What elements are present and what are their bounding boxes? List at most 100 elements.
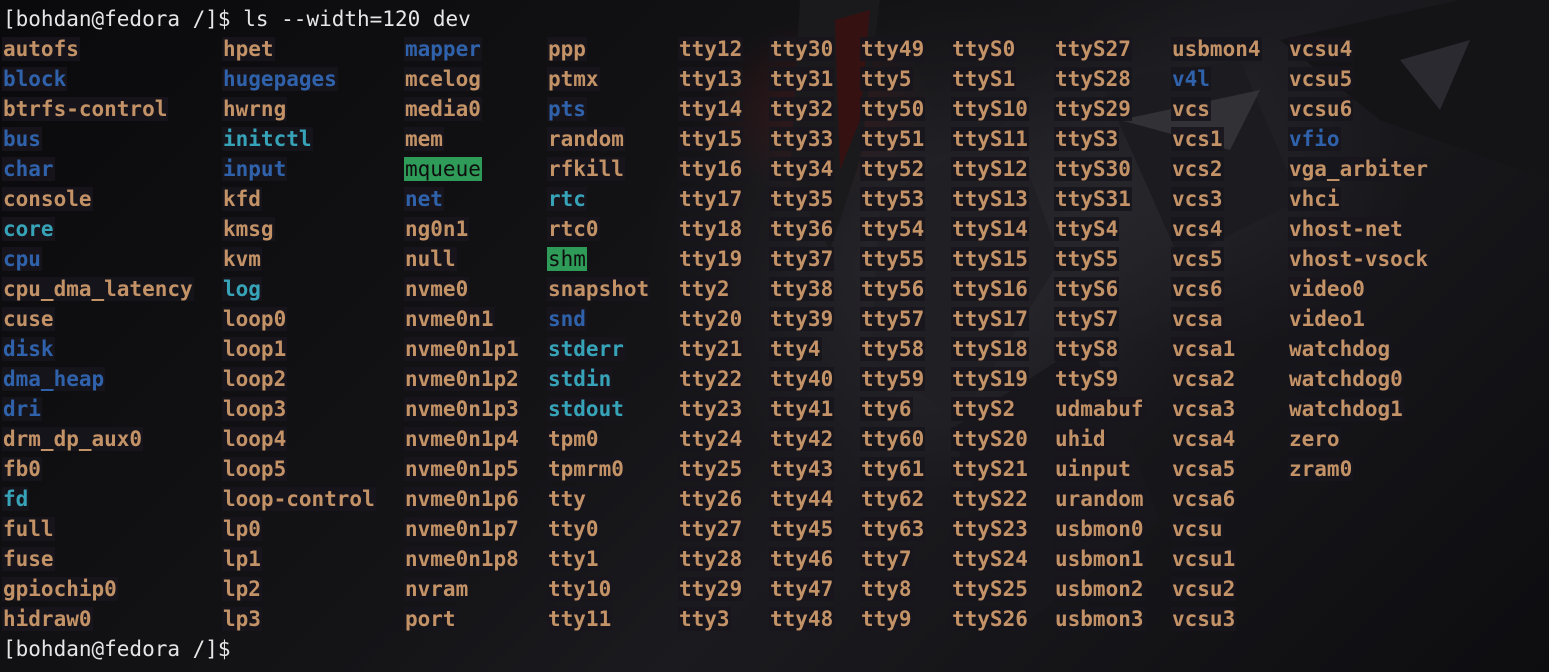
- dev-entry-file: tty9: [860, 604, 925, 634]
- dev-entry-file: tty61: [860, 454, 926, 484]
- entry-name: nvram: [404, 577, 470, 601]
- dev-entry-file: vcsu1: [1171, 544, 1262, 574]
- dev-entry-file: lp2: [222, 574, 376, 604]
- dev-entry-file: tty57: [860, 304, 926, 334]
- ls-column: hpet hugepages hwrng initctl input kfd kmsg kvm…: [222, 34, 376, 634]
- dev-entry-file: nvme0n1p1: [404, 334, 520, 364]
- shell-prompt: [bohdan@fedora /]$: [3, 637, 231, 661]
- dev-entry-dir: net: [404, 184, 520, 214]
- entry-name: tty55: [860, 247, 926, 271]
- dev-entry-dir: v4l: [1171, 64, 1262, 94]
- entry-name: vcsa1: [1171, 337, 1237, 361]
- dev-entry-file: urandom: [1054, 484, 1145, 514]
- dev-entry-file: ttyS28: [1054, 64, 1145, 94]
- entry-name: tty19: [678, 247, 744, 271]
- entry-name: tty49: [860, 37, 926, 61]
- shell-prompt: [bohdan@fedora /]$: [3, 7, 231, 31]
- dev-entry-file: loop3: [222, 394, 376, 424]
- entry-name: tty16: [678, 157, 744, 181]
- entry-name: kfd: [222, 187, 262, 211]
- entry-name: port: [404, 607, 457, 631]
- entry-name: ttyS2: [951, 397, 1017, 421]
- dev-entry-file: vcs: [1171, 94, 1262, 124]
- dev-entry-file: kmsg: [222, 214, 376, 244]
- next-prompt-line[interactable]: [bohdan@fedora /]$: [3, 634, 231, 664]
- dev-entry-dir: block: [2, 64, 194, 94]
- dev-entry-file: null: [404, 244, 520, 274]
- dev-entry-file: tty47: [769, 574, 835, 604]
- entry-name: vcsu4: [1288, 37, 1354, 61]
- dev-entry-dir: bus: [2, 124, 194, 154]
- entry-name: mqueue: [404, 157, 482, 181]
- entry-name: fuse: [2, 547, 55, 571]
- dev-entry-file: ttyS1: [951, 64, 1029, 94]
- dev-entry-file: rfkill: [547, 154, 650, 184]
- dev-entry-file: tty25: [678, 454, 744, 484]
- entry-name: tty58: [860, 337, 926, 361]
- entry-name: cpu: [2, 247, 42, 271]
- dev-entry-file: tty38: [769, 274, 835, 304]
- entry-name: tty39: [769, 307, 835, 331]
- dev-entry-file: drm_dp_aux0: [2, 424, 194, 454]
- dev-entry-file: usbmon2: [1054, 574, 1145, 604]
- entry-name: tty44: [769, 487, 835, 511]
- entry-name: tty26: [678, 487, 744, 511]
- entry-name: tty30: [769, 37, 835, 61]
- dev-entry-file: tty: [547, 484, 650, 514]
- entry-name: tty17: [678, 187, 744, 211]
- entry-name: tty45: [769, 517, 835, 541]
- entry-name: ttyS20: [951, 427, 1029, 451]
- entry-name: nvme0n1p3: [404, 397, 520, 421]
- dev-entry-file: zram0: [1288, 454, 1429, 484]
- entry-name: tty63: [860, 517, 926, 541]
- dev-entry-dir: input: [222, 154, 376, 184]
- dev-entry-file: ttyS12: [951, 154, 1029, 184]
- entry-name: snd: [547, 307, 587, 331]
- dev-entry-file: tty14: [678, 94, 744, 124]
- dev-entry-file: fb0: [2, 454, 194, 484]
- entry-name: fd: [2, 487, 30, 511]
- dev-entry-file: tty11: [547, 604, 650, 634]
- entry-name: zram0: [1288, 457, 1354, 481]
- entry-name: mcelog: [404, 67, 482, 91]
- entry-name: null: [404, 247, 457, 271]
- ls-column: usbmon4 v4l vcs vcs1 vcs2 vcs3 vcs4 vcs5 vcs6 vcs…: [1171, 34, 1262, 634]
- entry-name: tpmrm0: [547, 457, 625, 481]
- dev-entry-file: rtc0: [547, 214, 650, 244]
- entry-name: tty29: [678, 577, 744, 601]
- dev-entry-link: stderr: [547, 334, 650, 364]
- entry-name: tty54: [860, 217, 926, 241]
- terminal-window[interactable]: [bohdan@fedora /]$ ls --width=120 dev au…: [0, 0, 1549, 672]
- entry-name: ttyS16: [951, 277, 1029, 301]
- dev-entry-link: core: [2, 214, 194, 244]
- entry-name: tty53: [860, 187, 926, 211]
- dev-entry-file: loop5: [222, 454, 376, 484]
- dev-entry-file: tty5: [860, 64, 925, 94]
- entry-name: rtc: [547, 187, 587, 211]
- entry-name: tty56: [860, 277, 926, 301]
- entry-name: vcsu1: [1171, 547, 1237, 571]
- dev-entry-file: vcsu2: [1171, 574, 1262, 604]
- entry-name: ttyS9: [1054, 367, 1120, 391]
- dev-entry-file: nvme0n1: [404, 304, 520, 334]
- entry-name: core: [2, 217, 55, 241]
- dev-entry-dir: cpu: [2, 244, 194, 274]
- dev-entry-file: tty55: [860, 244, 926, 274]
- entry-name: input: [222, 157, 288, 181]
- dev-entry-dir: snd: [547, 304, 650, 334]
- entry-name: vcsa4: [1171, 427, 1237, 451]
- entry-name: nvme0n1p8: [404, 547, 520, 571]
- dev-entry-file: vcs5: [1171, 244, 1262, 274]
- entry-name: vcsa5: [1171, 457, 1237, 481]
- entry-name: vcs4: [1171, 217, 1224, 241]
- entry-name: tty41: [769, 397, 835, 421]
- dev-entry-file: ttyS26: [951, 604, 1029, 634]
- entry-name: tty14: [678, 97, 744, 121]
- dev-entry-file: tty59: [860, 364, 926, 394]
- dev-entry-file: loop2: [222, 364, 376, 394]
- dev-entry-file: ptmx: [547, 64, 650, 94]
- dev-entry-file: full: [2, 514, 194, 544]
- entry-name: tty8: [860, 577, 913, 601]
- entry-name: vcsu2: [1171, 577, 1237, 601]
- entry-name: uhid: [1054, 427, 1107, 451]
